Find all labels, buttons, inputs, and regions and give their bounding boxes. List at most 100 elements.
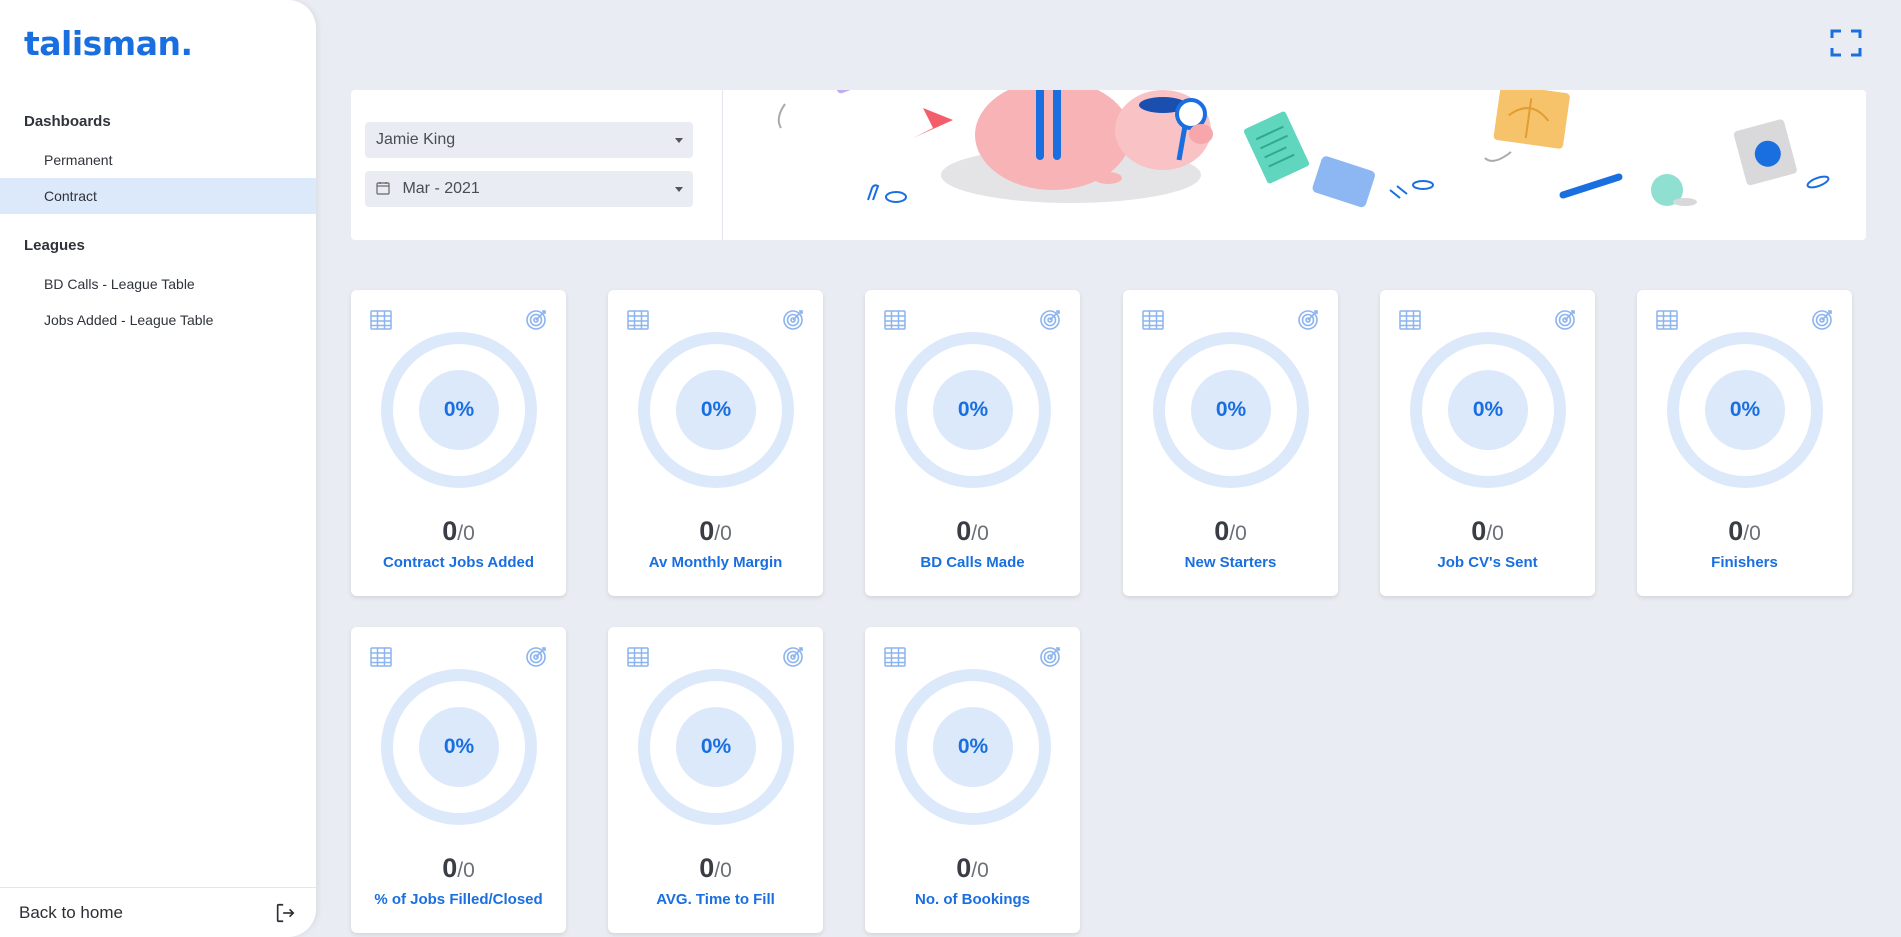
progress-ring: 0% (1667, 332, 1823, 488)
metric-value: 0 (956, 853, 972, 883)
metric-count: 0/0 (351, 853, 566, 884)
progress-ring: 0% (381, 332, 537, 488)
metric-label: Contract Jobs Added (382, 554, 535, 571)
logout-icon[interactable] (274, 902, 296, 924)
table-grid-icon[interactable] (884, 647, 906, 667)
progress-ring: 0% (1410, 332, 1566, 488)
metric-card[interactable]: 0% 0/0 Contract Jobs Added (351, 290, 566, 596)
metric-label: % of Jobs Filled/Closed (374, 891, 543, 908)
metric-count: 0/0 (865, 516, 1080, 547)
metric-card[interactable]: 0% 0/0 % of Jobs Filled/Closed (351, 627, 566, 933)
target-icon[interactable] (1039, 309, 1061, 331)
metric-value: 0 (1214, 516, 1230, 546)
chevron-down-icon (675, 187, 683, 192)
table-grid-icon[interactable] (1142, 310, 1164, 330)
metric-label: Job CV's Sent (1437, 554, 1538, 571)
back-to-home-label: Back to home (19, 903, 123, 922)
table-grid-icon[interactable] (627, 647, 649, 667)
target-icon[interactable] (525, 309, 547, 331)
metric-value: 0 (1728, 516, 1744, 546)
metric-label: BD Calls Made (920, 554, 1025, 571)
user-select-value: Jamie King (376, 131, 456, 148)
sidebar-item-contract[interactable]: Contract (0, 178, 316, 214)
calendar-icon (376, 182, 390, 195)
metric-card[interactable]: 0% 0/0 New Starters (1123, 290, 1338, 596)
back-to-home-button[interactable]: Back to home (0, 887, 316, 937)
progress-percent: 0% (933, 707, 1013, 787)
progress-percent: 0% (1191, 370, 1271, 450)
metric-target: 0 (463, 522, 475, 545)
table-grid-icon[interactable] (627, 310, 649, 330)
metric-target: 0 (720, 522, 732, 545)
metric-count: 0/0 (1380, 516, 1595, 547)
period-select[interactable]: Mar - 2021 (365, 171, 693, 207)
progress-percent: 0% (1705, 370, 1785, 450)
detective-pig-illustration (777, 90, 1830, 208)
target-icon[interactable] (1554, 309, 1576, 331)
progress-percent: 0% (676, 707, 756, 787)
progress-ring: 0% (895, 669, 1051, 825)
table-grid-icon[interactable] (1399, 310, 1421, 330)
sidebar: talisman. Dashboards Permanent Contract … (0, 0, 316, 937)
metric-value: 0 (956, 516, 972, 546)
metric-label: Av Monthly Margin (648, 554, 783, 571)
metric-card[interactable]: 0% 0/0 Job CV's Sent (1380, 290, 1595, 596)
progress-ring: 0% (638, 669, 794, 825)
metric-value: 0 (442, 853, 458, 883)
metric-count: 0/0 (351, 516, 566, 547)
metric-value: 0 (442, 516, 458, 546)
target-icon[interactable] (525, 646, 547, 668)
metric-count: 0/0 (608, 853, 823, 884)
target-icon[interactable] (782, 309, 804, 331)
target-icon[interactable] (782, 646, 804, 668)
target-icon[interactable] (1811, 309, 1833, 331)
metric-card[interactable]: 0% 0/0 AVG. Time to Fill (608, 627, 823, 933)
metric-count: 0/0 (865, 853, 1080, 884)
filter-header-panel: Jamie King Mar - 2021 (351, 90, 1866, 240)
metric-count: 0/0 (1637, 516, 1852, 547)
metric-value: 0 (699, 516, 715, 546)
target-icon[interactable] (1039, 646, 1061, 668)
metric-label: No. of Bookings (915, 891, 1030, 908)
sidebar-item-permanent[interactable]: Permanent (0, 142, 316, 178)
metric-count: 0/0 (608, 516, 823, 547)
metric-card[interactable]: 0% 0/0 No. of Bookings (865, 627, 1080, 933)
progress-ring: 0% (1153, 332, 1309, 488)
metric-label: New Starters (1184, 554, 1277, 571)
progress-percent: 0% (1448, 370, 1528, 450)
target-icon[interactable] (1297, 309, 1319, 331)
progress-percent: 0% (419, 707, 499, 787)
metric-target: 0 (463, 859, 475, 882)
progress-ring: 0% (638, 332, 794, 488)
period-select-value: Mar - 2021 (402, 180, 480, 197)
sidebar-item-jobs-added-league[interactable]: Jobs Added - League Table (0, 302, 316, 338)
metric-target: 0 (1749, 522, 1761, 545)
metric-card[interactable]: 0% 0/0 Finishers (1637, 290, 1852, 596)
metric-card[interactable]: 0% 0/0 BD Calls Made (865, 290, 1080, 596)
table-grid-icon[interactable] (370, 310, 392, 330)
progress-ring: 0% (381, 669, 537, 825)
metric-card[interactable]: 0% 0/0 Av Monthly Margin (608, 290, 823, 596)
metric-count: 0/0 (1123, 516, 1338, 547)
nav-section-leagues: Leagues (24, 237, 85, 254)
progress-ring: 0% (895, 332, 1051, 488)
user-select[interactable]: Jamie King (365, 122, 693, 158)
metric-value: 0 (1471, 516, 1487, 546)
metric-value: 0 (699, 853, 715, 883)
table-grid-icon[interactable] (1656, 310, 1678, 330)
metric-target: 0 (977, 859, 989, 882)
metric-label: Finishers (1711, 554, 1778, 571)
sidebar-item-bd-calls-league[interactable]: BD Calls - League Table (0, 266, 316, 302)
progress-percent: 0% (419, 370, 499, 450)
chevron-down-icon (675, 138, 683, 143)
table-grid-icon[interactable] (370, 647, 392, 667)
metric-target: 0 (977, 522, 989, 545)
progress-percent: 0% (676, 370, 756, 450)
metric-target: 0 (1492, 522, 1504, 545)
metric-target: 0 (720, 859, 732, 882)
table-grid-icon[interactable] (884, 310, 906, 330)
metric-label: AVG. Time to Fill (656, 891, 775, 908)
fullscreen-icon[interactable] (1830, 29, 1862, 57)
talisman-logo[interactable]: talisman. (24, 24, 193, 63)
metric-target: 0 (1235, 522, 1247, 545)
